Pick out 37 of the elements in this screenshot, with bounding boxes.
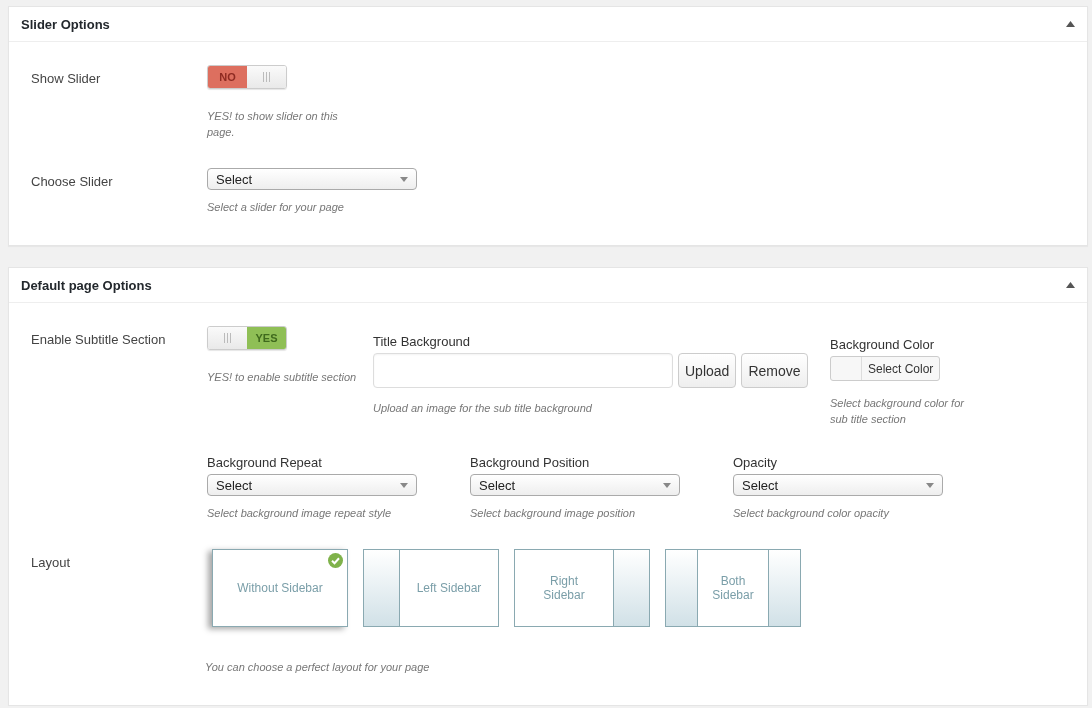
- field-label: Layout: [31, 554, 71, 570]
- collapse-toggle-icon[interactable]: [1066, 282, 1075, 288]
- hint-text: Select a slider for your page: [207, 200, 345, 215]
- caret-icon: [926, 482, 934, 488]
- panel-title: Slider Options: [21, 16, 110, 32]
- dropdown[interactable]: Select: [733, 474, 943, 496]
- field-label: Opacity: [733, 455, 779, 470]
- field-label: Title Background: [373, 334, 472, 349]
- dropdown[interactable]: Select: [470, 474, 680, 496]
- dropdown[interactable]: Select: [207, 474, 417, 496]
- hint-text: Select background image position: [470, 506, 637, 521]
- dropdown[interactable]: Select: [207, 168, 417, 190]
- hint-text: Select background color opacity: [733, 506, 891, 521]
- hint-text: You can choose a perfect layout for your page: [205, 660, 431, 675]
- field-label: Enable Subtitle Section: [31, 331, 166, 347]
- field-label: Background Position: [470, 455, 591, 470]
- remove-button[interactable]: Remove: [741, 353, 808, 388]
- upload-button[interactable]: Upload: [678, 353, 737, 388]
- field-label: Background Color: [830, 337, 936, 352]
- hint-text: Select background color for sub title section: [830, 396, 965, 427]
- panel-title: Default page Options: [21, 277, 152, 293]
- hint-text: YES! to enable subtitle section: [207, 370, 358, 385]
- check-icon: [328, 553, 343, 568]
- field-label: Background Repeat: [207, 455, 323, 470]
- field-label: Show Slider: [31, 70, 101, 86]
- grip-icon: [263, 72, 270, 82]
- hint-text: Select background image repeat style: [207, 506, 393, 521]
- collapse-toggle-icon[interactable]: [1066, 21, 1075, 27]
- caret-icon: [663, 482, 671, 488]
- caret-icon: [400, 482, 408, 488]
- hint-text: YES! to show slider on this page.: [207, 109, 339, 140]
- caret-icon: [400, 176, 408, 182]
- grip-icon: [224, 333, 231, 343]
- input-field[interactable]: [373, 353, 673, 388]
- color-picker-button[interactable]: Select Color: [830, 356, 941, 381]
- field-label: Choose Slider: [31, 173, 113, 189]
- hint-text: Upload an image for the sub title background: [373, 401, 593, 416]
